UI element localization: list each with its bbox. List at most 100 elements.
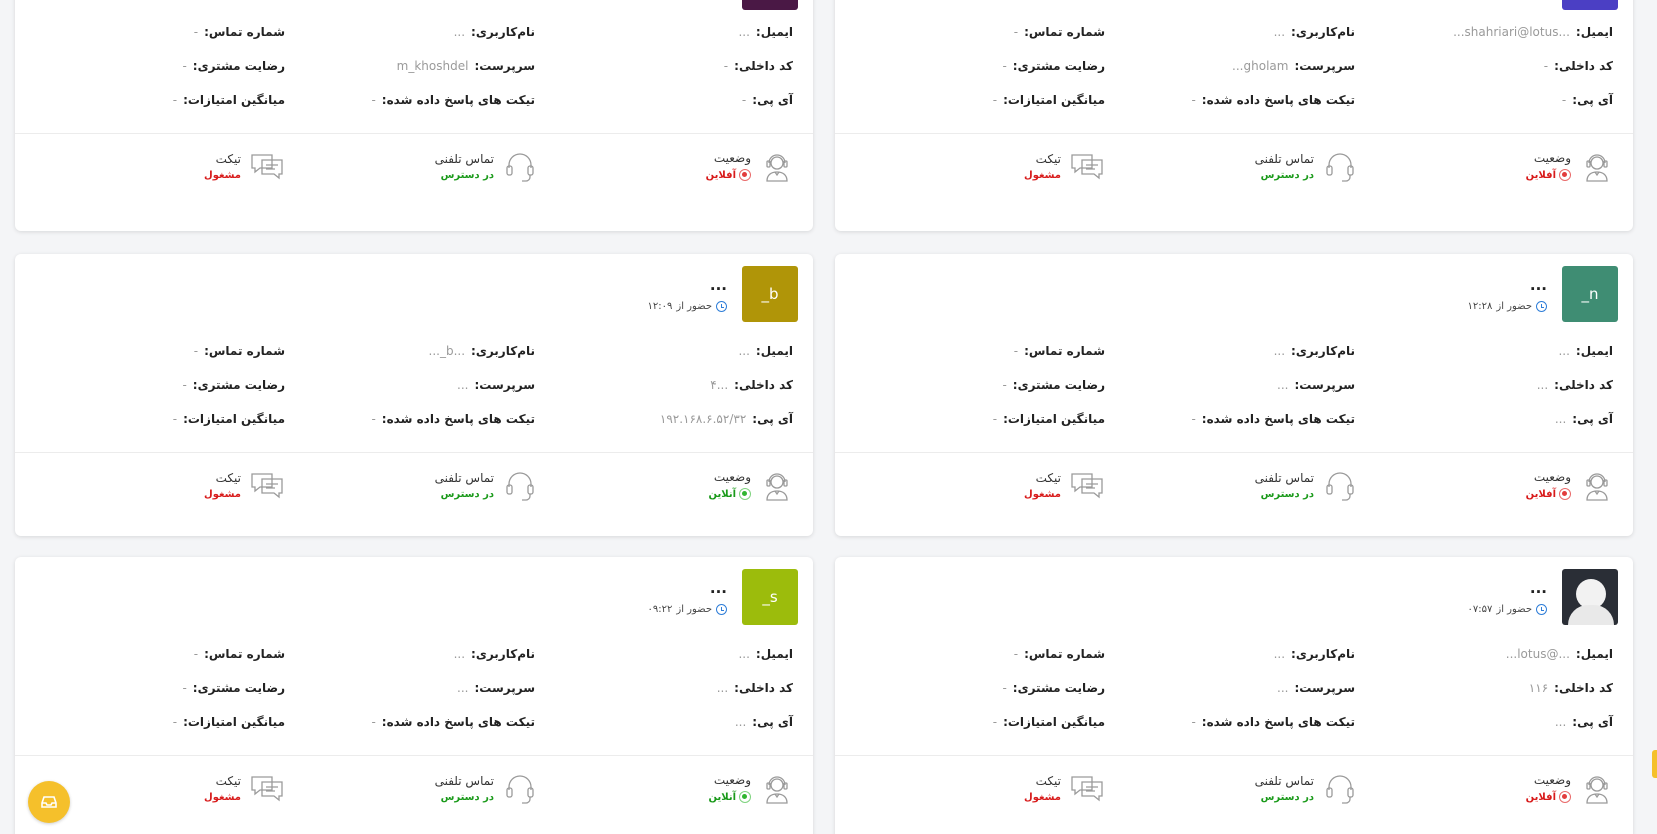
username-value: ... bbox=[453, 647, 466, 661]
agent-info: ایمیل:... نام‌کاربری:... شماره تماس: - کد… bbox=[15, 25, 813, 133]
agent-info: ایمیل: ...shahriari@lotus... نام‌کاربری:.… bbox=[835, 25, 1633, 133]
clock-icon bbox=[716, 301, 727, 312]
username-value: ... bbox=[1273, 647, 1286, 661]
clock-icon bbox=[716, 604, 727, 615]
agent-card[interactable]: n_ ... حضور از ۱۲:۲۸ ایمیل:... نام‌کاربری… bbox=[835, 254, 1633, 536]
phone-call-title: تماس تلفنی bbox=[1254, 773, 1314, 788]
phone-label: شماره تماس: bbox=[1024, 25, 1105, 39]
inbox-icon bbox=[41, 796, 57, 808]
chat-bubbles-icon bbox=[251, 154, 283, 180]
ip-label: آی پی: bbox=[752, 412, 793, 426]
headset-agent-icon bbox=[766, 154, 788, 182]
satisfaction-field: رضایت مشتری: - bbox=[1002, 681, 1105, 695]
presence-label: حضور از bbox=[676, 604, 712, 615]
satisfaction-field: رضایت مشتری: - bbox=[1002, 59, 1105, 73]
answered-tickets-value: - bbox=[1191, 93, 1196, 107]
satisfaction-label: رضایت مشتری: bbox=[192, 378, 285, 392]
avg-score-label: میانگین امتیازات: bbox=[183, 715, 285, 729]
satisfaction-value: - bbox=[182, 378, 187, 392]
headset-agent-icon bbox=[766, 473, 788, 501]
agent-header: b_ ... حضور از ۱۲:۰۹ bbox=[15, 254, 813, 344]
phone-call-block: تماس تلفنی در دسترس bbox=[1255, 148, 1358, 184]
agent-footer: وضعیت آنلاین تماس تلفنی در دسترس تیکت مشغول bbox=[15, 453, 813, 519]
internal-code-value: ... bbox=[1536, 378, 1549, 392]
username-field: نام‌کاربری:... bbox=[454, 647, 535, 661]
phone-label: شماره تماس: bbox=[204, 25, 285, 39]
headphones-icon bbox=[1326, 153, 1354, 182]
ticket-status: مشغول bbox=[1024, 488, 1061, 500]
username-field: نام‌کاربری:... bbox=[1274, 25, 1355, 39]
internal-code-field: کد داخلی: - bbox=[724, 59, 793, 73]
email-label: ایمیل: bbox=[1575, 25, 1613, 39]
supervisor-label: سرپرست: bbox=[1294, 59, 1355, 73]
agent-footer: وضعیت آفلاین تماس تلفنی در دسترس تیکت مشغول bbox=[835, 756, 1633, 822]
status-title: وضعیت bbox=[1533, 773, 1571, 787]
agent-card[interactable]: b_ ... حضور از ۱۲:۰۹ ایمیل:... نام‌کاربری… bbox=[15, 254, 813, 536]
email-field: ایمیل:... bbox=[738, 25, 793, 39]
avatar bbox=[1562, 0, 1618, 10]
ticket-block: تیکت مشغول bbox=[1024, 467, 1105, 503]
internal-code-field: کد داخلی: - bbox=[1544, 59, 1613, 73]
ip-field: آی پی: - bbox=[742, 93, 793, 107]
headphones-icon bbox=[506, 775, 534, 804]
email-value: ... bbox=[738, 344, 750, 358]
satisfaction-field: رضایت مشتری: - bbox=[1002, 378, 1105, 392]
satisfaction-value: - bbox=[182, 681, 187, 695]
phone-value: - bbox=[193, 25, 199, 39]
email-value: ... bbox=[1558, 344, 1570, 358]
side-panel-tab[interactable] bbox=[1652, 750, 1657, 778]
phone-call-status: در دسترس bbox=[1260, 791, 1314, 803]
status-title: وضعیت bbox=[1533, 470, 1571, 484]
agent-card[interactable]: s_ ... حضور از ۰۹:۲۲ ایمیل:... نام‌کاربری… bbox=[15, 557, 813, 834]
email-value: ...shahriari@lotus... bbox=[1453, 25, 1570, 39]
email-label: ایمیل: bbox=[755, 344, 793, 358]
status-title: وضعیت bbox=[713, 773, 751, 787]
clock-icon bbox=[1536, 604, 1547, 615]
presence-time: حضور از ۱۲:۲۸ bbox=[1468, 301, 1547, 312]
agent-name: ... bbox=[1529, 276, 1547, 294]
ticket-block: تیکت مشغول bbox=[1024, 770, 1105, 806]
ip-value: ... bbox=[734, 715, 747, 729]
presence-label: حضور از bbox=[1496, 604, 1532, 615]
email-label: ایمیل: bbox=[1575, 647, 1613, 661]
headphones-icon bbox=[506, 153, 534, 182]
answered-tickets-label: تیکت های پاسخ داده شده: bbox=[381, 715, 535, 729]
satisfaction-label: رضایت مشتری: bbox=[192, 681, 285, 695]
agent-card[interactable]: ... حضور از ۰۷:۵۷ ایمیل: ...@lotus... نام‌… bbox=[835, 557, 1633, 834]
agents-grid: ایمیل: ...shahriari@lotus... نام‌کاربری:.… bbox=[0, 0, 1657, 834]
internal-code-field: کد داخلی: ۱۱۶ bbox=[1529, 681, 1613, 695]
offline-dot-icon bbox=[1559, 488, 1571, 500]
agent-card[interactable]: ایمیل: ...shahriari@lotus... نام‌کاربری:.… bbox=[835, 0, 1633, 231]
presence-time: حضور از ۰۷:۵۷ bbox=[1468, 604, 1547, 615]
supervisor-field: سرپرست:... bbox=[457, 378, 535, 392]
answered-tickets-label: تیکت های پاسخ داده شده: bbox=[381, 412, 535, 426]
supervisor-field: سرپرست:... bbox=[1277, 681, 1355, 695]
online-dot-icon bbox=[739, 488, 751, 500]
supervisor-label: سرپرست: bbox=[474, 681, 535, 695]
status-title: وضعیت bbox=[1533, 151, 1571, 165]
agent-header bbox=[835, 0, 1633, 25]
username-value: ...b_... bbox=[428, 344, 466, 358]
agent-header bbox=[15, 0, 813, 25]
status-block: وضعیت آنلاین bbox=[708, 467, 795, 503]
agent-card[interactable]: ایمیل:... نام‌کاربری:... شماره تماس: - کد… bbox=[15, 0, 813, 231]
ticket-status: مشغول bbox=[204, 791, 241, 803]
supervisor-field: سرپرست:... bbox=[457, 681, 535, 695]
chat-bubbles-icon bbox=[1071, 473, 1103, 499]
supervisor-field: سرپرست:... bbox=[1277, 378, 1355, 392]
agent-header: s_ ... حضور از ۰۹:۲۲ bbox=[15, 557, 813, 647]
internal-code-label: کد داخلی: bbox=[734, 681, 793, 695]
phone-call-status: در دسترس bbox=[440, 791, 494, 803]
inbox-fab-button[interactable] bbox=[28, 781, 70, 823]
status-value: آفلاین bbox=[1525, 169, 1556, 181]
avg-score-value: - bbox=[172, 412, 178, 426]
phone-field: شماره تماس: - bbox=[1014, 344, 1105, 358]
answered-tickets-field: تیکت های پاسخ داده شده: - bbox=[1191, 715, 1355, 729]
username-value: ... bbox=[1273, 344, 1286, 358]
username-field: نام‌کاربری:... bbox=[454, 25, 535, 39]
avatar bbox=[742, 0, 798, 10]
username-label: نام‌کاربری: bbox=[471, 647, 535, 661]
status-badge: آنلاین bbox=[708, 488, 751, 500]
status-badge: آفلاین bbox=[1526, 169, 1571, 181]
avg-score-value: - bbox=[172, 93, 178, 107]
